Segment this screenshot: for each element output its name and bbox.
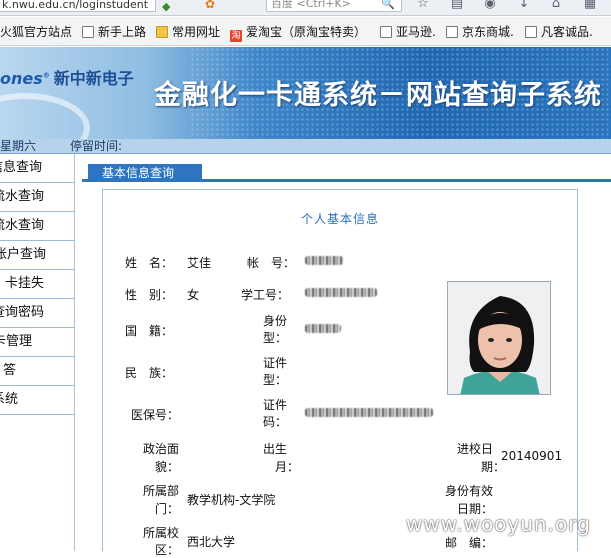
- id-type-label-top: 身份: [263, 314, 288, 328]
- bookmarks-toolbar: 火狐官方站点 新手上路 常用网址 淘爱淘宝（原淘宝特卖） 亚马逊. 京东商城. …: [0, 17, 611, 46]
- extensions-icon[interactable]: ▦: [581, 0, 599, 12]
- bookmark-amazon[interactable]: 亚马逊.: [380, 24, 436, 40]
- political-status-label-bottom: 貌：: [155, 460, 180, 474]
- campus-value: 西北大学: [187, 535, 236, 549]
- sidebar-item-label: 流水查询: [0, 218, 44, 233]
- cert-number-label-bottom: 码：: [263, 415, 288, 429]
- taobao-icon: 淘: [230, 30, 242, 42]
- status-bar: 星期六 停留时间:: [0, 139, 611, 154]
- bookmark-firefox-site[interactable]: 火狐官方站点: [0, 24, 72, 40]
- browser-toolbar: k.nwu.edu.cn/loginstudent ◆ ✿ 百度 <Ctrl+K…: [0, 0, 611, 16]
- bookmark-jd[interactable]: 京东商城.: [446, 24, 514, 40]
- home-icon[interactable]: ⌂: [547, 0, 565, 12]
- sidebar-item-label: 流水查询: [0, 189, 44, 204]
- bookmark-label: 爱淘宝（原淘宝特卖）: [246, 25, 367, 39]
- logo-chinese: 新中新电子: [53, 69, 134, 88]
- id-type-label-bottom: 型：: [263, 331, 288, 345]
- sidebar-item-label: 答: [2, 363, 16, 378]
- search-icon[interactable]: 🔍: [378, 0, 398, 11]
- bookmark-vancl[interactable]: 凡客诚品.: [525, 24, 593, 40]
- student-photo: [447, 281, 551, 395]
- bookmark-label: 亚马逊.: [396, 25, 436, 39]
- bookmark-taobao[interactable]: 淘爱淘宝（原淘宝特卖）: [230, 24, 367, 42]
- campus-label-bottom: 区：: [155, 543, 180, 557]
- enroll-date-label-top: 进校日: [457, 442, 494, 456]
- bookmark-common-urls[interactable]: 常用网址: [156, 24, 220, 40]
- tab-basic-info-query[interactable]: 基本信息查询: [88, 164, 202, 182]
- birth-date-label-top: 出生: [263, 442, 288, 456]
- bookmark-star-icon[interactable]: ☆: [414, 0, 432, 12]
- medical-insurance-label: 医保号：: [131, 408, 180, 422]
- weekday-text: 星期六: [0, 139, 37, 153]
- logo-english: ones: [0, 69, 43, 88]
- sidebar-item-info-query[interactable]: 信息查询: [0, 154, 74, 183]
- student-id-value-redacted: [305, 288, 377, 297]
- campus-label-top: 所属校: [143, 526, 180, 540]
- id-doc-label-top: 证件: [263, 356, 288, 370]
- name-label: 姓 名：: [125, 256, 174, 270]
- postcode-label: 邮 编：: [445, 536, 494, 550]
- page-icon: [82, 26, 94, 38]
- account-value-redacted: [305, 256, 343, 265]
- account-label: 帐 号：: [247, 256, 296, 270]
- cert-number-value-redacted: [305, 408, 433, 417]
- personal-info-panel: 个人基本信息 姓 名： 艾佳 帐 号： 性 别： 女 学工号： 国 籍： 身份 …: [102, 189, 578, 557]
- ethnicity-label: 民 族：: [125, 366, 174, 380]
- sidebar-item-system[interactable]: 系统: [0, 386, 74, 415]
- birth-date-label-bottom: 月：: [275, 460, 300, 474]
- page-icon: [525, 26, 537, 38]
- department-value: 教学机构-文学院: [187, 493, 276, 507]
- system-title: 金融化一卡通系统－网站查询子系统: [154, 80, 602, 111]
- folder-icon: [156, 26, 168, 38]
- name-value: 艾佳: [187, 256, 212, 270]
- bookmark-label: 新手上路: [98, 25, 147, 39]
- bookmark-label: 火狐官方站点: [0, 25, 73, 39]
- gender-label: 性 别：: [125, 288, 174, 302]
- political-status-label-top: 政治面: [143, 442, 180, 456]
- sidebar-item-label: 卡管理: [0, 334, 32, 349]
- id-validity-label-top: 身份有效: [445, 484, 494, 498]
- nationality-label: 国 籍：: [125, 324, 174, 338]
- bookmark-label: 凡客诚品.: [541, 25, 593, 39]
- sidebar-item-qa[interactable]: 答: [0, 357, 74, 386]
- stay-time-label: 停留时间:: [70, 139, 123, 153]
- downloads-icon[interactable]: ↓: [515, 0, 533, 12]
- gender-value: 女: [187, 288, 200, 302]
- watermark-text: www.wooyun.org: [406, 512, 591, 536]
- bookmark-label: 常用网址: [172, 25, 221, 39]
- cert-number-label-top: 证件: [263, 398, 288, 412]
- extension-icon[interactable]: ✿: [205, 0, 215, 11]
- address-bar[interactable]: k.nwu.edu.cn/loginstudent: [0, 0, 156, 12]
- id-type-value-redacted: [305, 324, 341, 333]
- page-icon: [446, 26, 458, 38]
- sidebar-menu: 信息查询 流水查询 流水查询 账户查询 卡挂失 查询密码 卡管理 答 系统: [0, 154, 75, 551]
- company-logo: ones® 新中新电子: [0, 69, 134, 88]
- sidebar-item-account-query[interactable]: 账户查询: [0, 241, 74, 270]
- sidebar-item-label: 系统: [0, 392, 18, 407]
- sidebar-item-query-password[interactable]: 查询密码: [0, 299, 74, 328]
- bookmark-getting-started[interactable]: 新手上路: [82, 24, 146, 40]
- id-doc-label-bottom: 型：: [263, 373, 288, 387]
- bookmark-label: 京东商城.: [462, 25, 514, 39]
- sidebar-item-card-loss[interactable]: 卡挂失: [0, 270, 74, 299]
- sidebar-item-label: 卡挂失: [4, 276, 44, 291]
- bookmarks-menu-icon[interactable]: ▤: [448, 0, 466, 12]
- sidebar-item-history-transaction-query[interactable]: 流水查询: [0, 212, 74, 241]
- page-icon: [380, 26, 392, 38]
- sidebar-item-label: 查询密码: [0, 305, 44, 320]
- sidebar-item-label: 账户查询: [0, 247, 46, 262]
- student-id-label: 学工号：: [241, 288, 290, 302]
- security-shield-icon[interactable]: ◆: [162, 0, 170, 13]
- header-banner: ones® 新中新电子 金融化一卡通系统－网站查询子系统: [0, 47, 611, 139]
- sidebar-item-card-management[interactable]: 卡管理: [0, 328, 74, 357]
- logo-swoosh: [0, 93, 90, 139]
- pocket-icon[interactable]: ◉: [481, 0, 499, 12]
- sidebar-item-label: 信息查询: [0, 160, 42, 175]
- tab-bar: 基本信息查询: [82, 162, 611, 182]
- department-label-bottom: 门：: [155, 502, 180, 516]
- panel-title: 个人基本信息: [300, 212, 379, 226]
- sidebar-item-transaction-query[interactable]: 流水查询: [0, 183, 74, 212]
- enroll-date-value: 20140901: [501, 449, 563, 463]
- department-label-top: 所属部: [143, 484, 180, 498]
